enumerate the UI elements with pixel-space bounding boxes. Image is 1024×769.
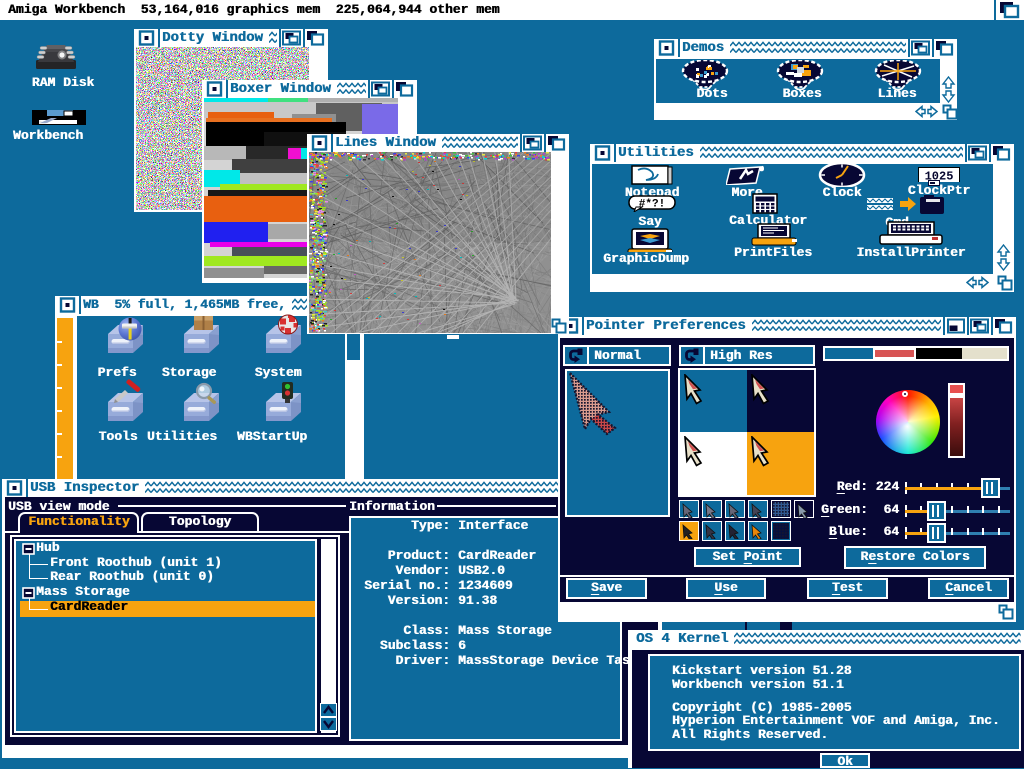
- svg-text:#*?!: #*?!: [639, 199, 665, 211]
